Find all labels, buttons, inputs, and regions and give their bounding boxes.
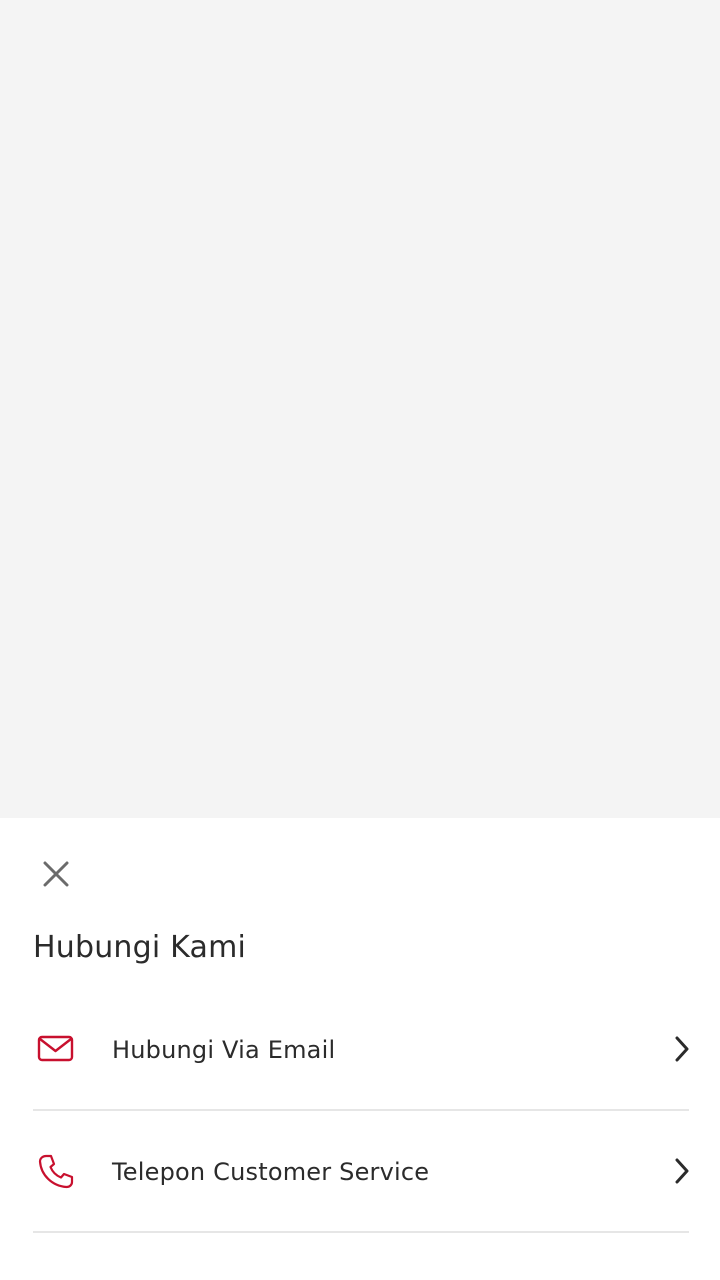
contact-option-phone[interactable]: Telepon Customer Service (33, 1110, 689, 1233)
mail-icon (37, 1035, 74, 1062)
contact-option-email-label: Hubungi Via Email (112, 1036, 336, 1064)
contact-option-email[interactable]: Hubungi Via Email (33, 988, 689, 1111)
chevron-right-icon (675, 1036, 689, 1062)
phone-icon (38, 1154, 74, 1189)
sheet-title: Hubungi Kami (33, 930, 247, 965)
chevron-right-icon (675, 1158, 689, 1184)
contact-bottom-sheet: Hubungi Kami Hubungi Via Email Telepon C… (0, 818, 720, 1280)
close-icon (43, 861, 69, 887)
screen-backdrop[interactable] (0, 0, 720, 818)
contact-option-phone-label: Telepon Customer Service (112, 1158, 430, 1186)
close-button[interactable] (36, 854, 76, 894)
